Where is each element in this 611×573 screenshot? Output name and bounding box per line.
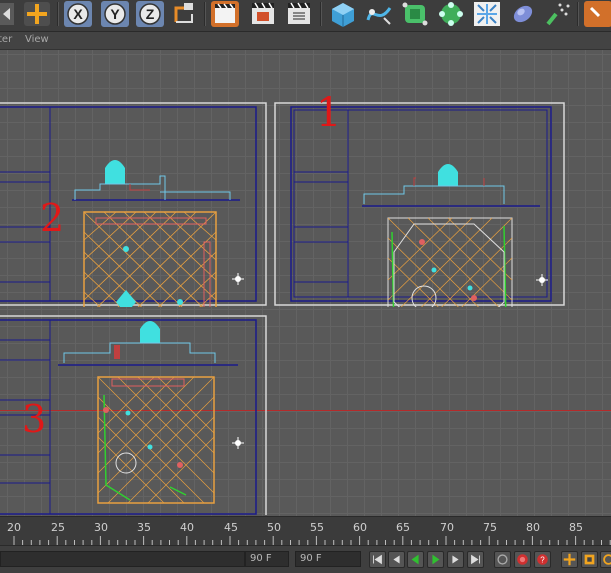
goto-end-button[interactable] bbox=[467, 551, 484, 568]
spline-pen-icon[interactable] bbox=[364, 0, 394, 28]
y-axis-label: Y bbox=[110, 6, 120, 22]
tick-label: 85 bbox=[569, 521, 583, 534]
main-toolbar: X Y Z bbox=[0, 0, 611, 32]
scale-key-icon[interactable] bbox=[581, 551, 598, 568]
render-active-icon[interactable] bbox=[248, 0, 278, 28]
tick-label: 60 bbox=[353, 521, 367, 534]
array-icon[interactable] bbox=[436, 0, 466, 28]
viewport-menubar: ter View bbox=[0, 32, 611, 50]
tick-label: 80 bbox=[526, 521, 540, 534]
next-key-button[interactable] bbox=[447, 551, 464, 568]
menu-item-view[interactable]: View bbox=[25, 34, 49, 45]
editor-viewport[interactable]: 1 2 3 bbox=[0, 50, 611, 516]
y-axis-button[interactable]: Y bbox=[100, 0, 130, 28]
scene-icon[interactable] bbox=[544, 0, 574, 28]
move-icon[interactable] bbox=[22, 0, 52, 28]
x-axis-label: X bbox=[73, 6, 83, 22]
render-settings-icon[interactable] bbox=[284, 0, 314, 28]
cinema4d-window: X Y Z er View 1 2 3 20 25 30 35 40 45 50… bbox=[0, 0, 611, 573]
render-view-icon[interactable] bbox=[210, 0, 240, 28]
timeline-ruler[interactable]: 20 25 30 35 40 45 50 55 60 65 70 75 80 8… bbox=[0, 516, 611, 546]
help-icon[interactable]: ? bbox=[534, 551, 551, 568]
tick-label: 35 bbox=[137, 521, 151, 534]
light-icon[interactable] bbox=[583, 0, 611, 28]
transport-bar: 90 F 90 F ? bbox=[0, 545, 611, 573]
environment-icon[interactable] bbox=[508, 0, 538, 28]
marker-2: 2 bbox=[40, 196, 65, 240]
tick-label: 45 bbox=[224, 521, 238, 534]
play-forward-button[interactable] bbox=[427, 551, 444, 568]
move-key-icon[interactable] bbox=[561, 551, 578, 568]
tick-label: 20 bbox=[7, 521, 21, 534]
end-frame-field[interactable]: 90 F bbox=[295, 551, 361, 567]
toolbar-separator bbox=[204, 2, 206, 26]
x-axis-button[interactable]: X bbox=[63, 0, 93, 28]
tick-label: 40 bbox=[180, 521, 194, 534]
record-icon[interactable] bbox=[514, 551, 531, 568]
toolbar-separator bbox=[320, 2, 322, 26]
tick-label: 65 bbox=[396, 521, 410, 534]
cube-icon[interactable] bbox=[328, 0, 358, 28]
range-end-field[interactable]: 90 F bbox=[245, 551, 289, 567]
tick-label: 25 bbox=[51, 521, 65, 534]
marker-1: 1 bbox=[316, 90, 342, 136]
z-axis-label: Z bbox=[146, 6, 155, 22]
menu-item-filter[interactable]: ter bbox=[0, 34, 12, 45]
tick-label: 30 bbox=[94, 521, 108, 534]
range-end-value: 90 F bbox=[250, 553, 272, 564]
marker-3: 3 bbox=[22, 397, 47, 441]
subdivision-icon[interactable] bbox=[400, 0, 430, 28]
loop-icon[interactable] bbox=[494, 551, 511, 568]
goto-start-button[interactable] bbox=[369, 551, 386, 568]
coordinate-system-icon[interactable] bbox=[170, 0, 200, 28]
play-backward-button[interactable] bbox=[407, 551, 424, 568]
toolbar-separator bbox=[577, 2, 579, 26]
svg-text:?: ? bbox=[540, 556, 545, 565]
toolbar-separator bbox=[57, 2, 59, 26]
tick-label: 75 bbox=[483, 521, 497, 534]
rotate-key-icon[interactable] bbox=[600, 551, 611, 568]
tick-label: 70 bbox=[440, 521, 454, 534]
range-slider[interactable] bbox=[0, 551, 245, 567]
tick-label: 50 bbox=[267, 521, 281, 534]
prev-key-button[interactable] bbox=[388, 551, 405, 568]
deformer-icon[interactable] bbox=[472, 0, 502, 28]
tick-label: 55 bbox=[310, 521, 324, 534]
end-frame-value: 90 F bbox=[300, 553, 322, 564]
z-axis-button[interactable]: Z bbox=[135, 0, 165, 28]
